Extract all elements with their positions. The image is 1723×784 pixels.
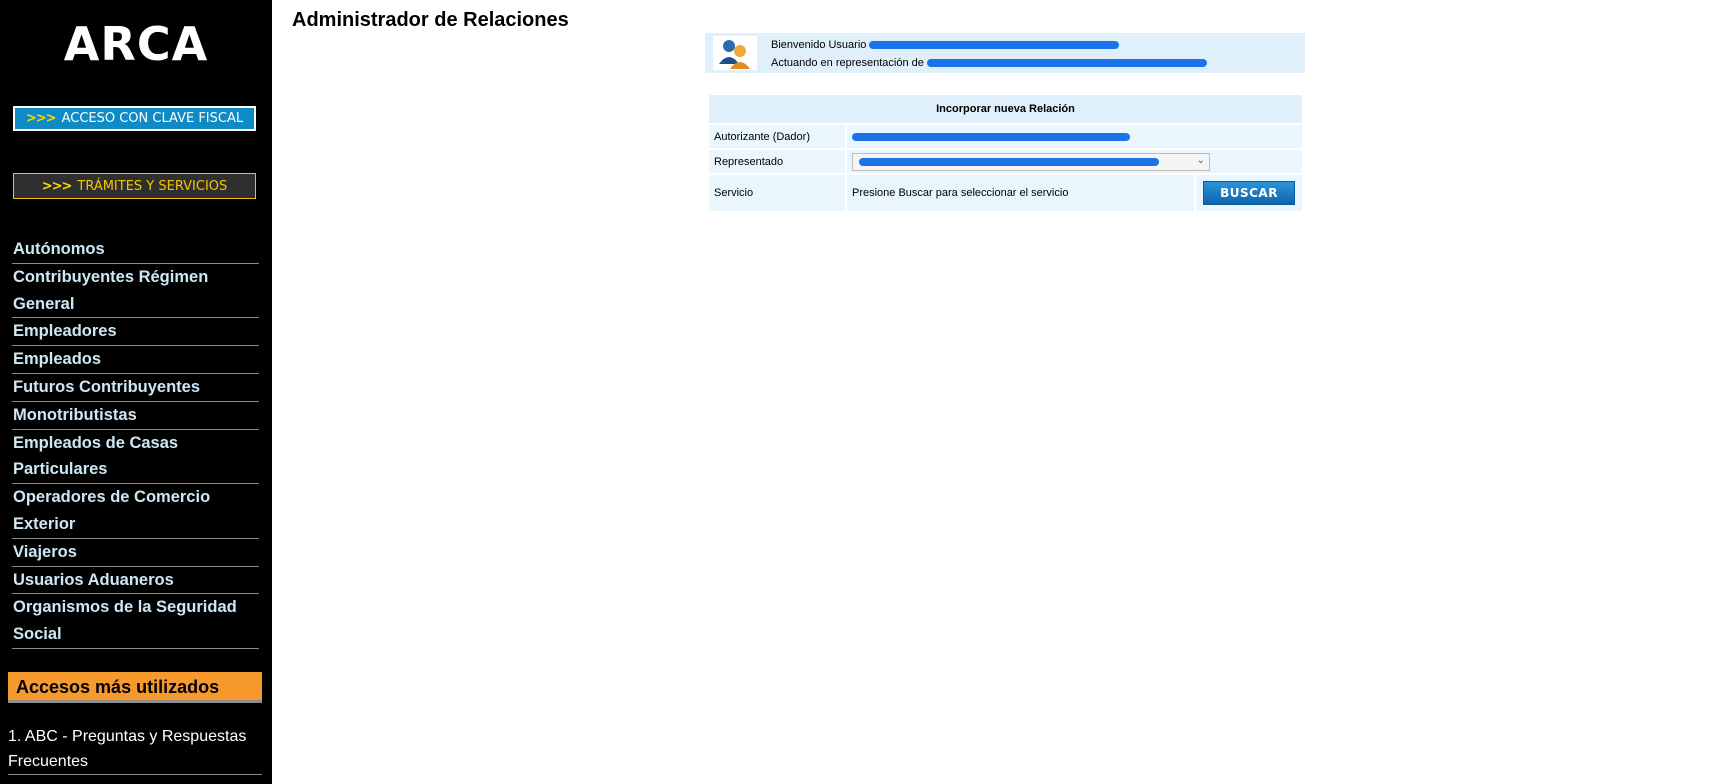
autorizante-label: Autorizante (Dador) [709, 125, 845, 148]
accesos-item-abc[interactable]: 1. ABC - Preguntas y Respuestas Frecuent… [8, 724, 262, 775]
acceso-clave-fiscal-label: ACCESO CON CLAVE FISCAL [61, 111, 244, 126]
sidebar: ARCA >>> ACCESO CON CLAVE FISCAL >>> TRÁ… [0, 0, 272, 784]
sidebar-item-organismos-seguridad-social[interactable]: Organismos de la Seguridad Social [12, 594, 259, 649]
sidebar-item-autonomos[interactable]: Autónomos [12, 236, 259, 264]
acceso-clave-fiscal-button[interactable]: >>> ACCESO CON CLAVE FISCAL [13, 106, 256, 131]
autorizante-value [847, 125, 1302, 148]
sidebar-item-viajeros[interactable]: Viajeros [12, 539, 259, 567]
sidebar-nav: Autónomos Contribuyentes Régimen General… [12, 236, 259, 649]
sidebar-item-empleadores[interactable]: Empleadores [12, 318, 259, 347]
sidebar-item-contribuyentes-regimen-general[interactable]: Contribuyentes Régimen General [12, 264, 259, 319]
accesos-header: Accesos más utilizados [8, 672, 262, 703]
sidebar-item-empleados[interactable]: Empleados [12, 346, 259, 374]
arrows-icon: >>> [25, 111, 57, 126]
servicio-label: Servicio [709, 175, 845, 211]
redaction-mark [926, 59, 1207, 68]
tramites-servicios-button[interactable]: >>> TRÁMITES Y SERVICIOS [13, 173, 256, 199]
arrows-icon: >>> [41, 178, 73, 194]
accesos-list: 1. ABC - Preguntas y Respuestas Frecuent… [8, 724, 262, 775]
representation-label: Actuando en representación de [771, 57, 924, 69]
representado-label: Representado [709, 150, 845, 173]
redaction-mark [869, 41, 1120, 50]
nueva-relacion-table: Incorporar nueva Relación Autorizante (D… [707, 93, 1304, 213]
users-icon [713, 36, 757, 70]
sidebar-item-empleados-casas-particulares[interactable]: Empleados de Casas Particulares [12, 430, 259, 485]
section-title: Incorporar nueva Relación [709, 95, 1302, 123]
sidebar-item-usuarios-aduaneros[interactable]: Usuarios Aduaneros [12, 567, 259, 595]
representado-cell: ⌄ [847, 150, 1302, 173]
representation-text: Actuando en representación de [771, 57, 1207, 69]
welcome-user-text: Bienvenido Usuario [771, 39, 1120, 51]
tramites-servicios-label: TRÁMITES Y SERVICIOS [77, 178, 228, 194]
buscar-button[interactable]: BUSCAR [1203, 181, 1295, 205]
page-title: Administrador de Relaciones [292, 9, 569, 31]
representado-select[interactable]: ⌄ [852, 152, 1210, 171]
sidebar-item-futuros-contribuyentes[interactable]: Futuros Contribuyentes [12, 374, 259, 402]
welcome-user-label: Bienvenido Usuario [771, 39, 867, 51]
welcome-panel: Bienvenido Usuario Actuando en represent… [705, 33, 1305, 73]
sidebar-item-operadores-comercio-exterior[interactable]: Operadores de Comercio Exterior [12, 484, 259, 539]
redaction-mark [852, 132, 1130, 141]
chevron-down-icon: ⌄ [1196, 154, 1205, 166]
sidebar-item-monotributistas[interactable]: Monotributistas [12, 402, 259, 430]
arca-logo[interactable]: ARCA [0, 16, 272, 72]
buscar-cell: BUSCAR [1196, 175, 1302, 211]
redaction-mark [859, 157, 1159, 166]
servicio-text: Presione Buscar para seleccionar el serv… [847, 175, 1194, 211]
